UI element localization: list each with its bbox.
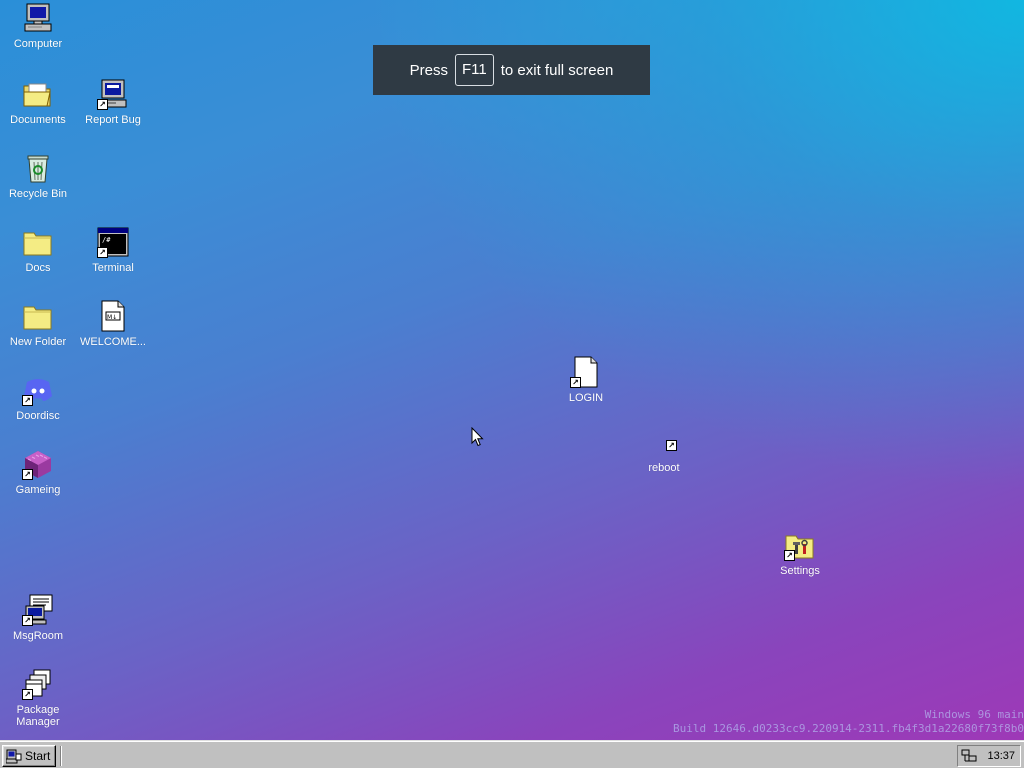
desktop-icon-report-bug[interactable]: ↗ Report Bug: [75, 78, 151, 126]
fullscreen-notification-suffix: to exit full screen: [500, 61, 614, 79]
desktop-icon-gameing[interactable]: ↗ Gameing: [0, 448, 76, 496]
message-computer-icon: ↗: [22, 594, 54, 626]
computer-icon: [22, 2, 54, 34]
desktop-icon-label: Terminal: [92, 262, 134, 274]
desktop-icon-computer[interactable]: Computer: [0, 2, 76, 50]
desktop-icon-welcome[interactable]: M↓ WELCOME...: [75, 300, 151, 348]
desktop-icon-documents[interactable]: Documents: [0, 78, 76, 126]
recycle-bin-icon: [22, 152, 54, 184]
desktop-icon-terminal[interactable]: /# ↗ Terminal: [75, 226, 151, 274]
desktop-icon-new-folder[interactable]: New Folder: [0, 300, 76, 348]
desktop-icon-label: Computer: [13, 38, 63, 50]
shortcut-arrow-icon: ↗: [666, 440, 677, 451]
desktop-icon-label: Recycle Bin: [8, 188, 68, 200]
desktop: Computer Documents ↗ Report Bug Recycle …: [0, 0, 1024, 740]
build-watermark: Windows 96 main Build 12646.d0233cc9.220…: [634, 708, 1024, 736]
shortcut-arrow-icon: ↗: [570, 377, 581, 388]
open-folder-icon: [22, 78, 54, 110]
desktop-icon-label: Report Bug: [85, 114, 141, 126]
start-button-label: Start: [25, 749, 51, 763]
mouse-cursor-icon: [471, 427, 484, 447]
shortcut-arrow-icon: ↗: [22, 615, 33, 626]
f11-key-badge: F11: [455, 54, 494, 86]
folder-icon: [22, 226, 54, 258]
desktop-icon-label: Documents: [10, 114, 66, 126]
terminal-icon: /# ↗: [97, 226, 129, 258]
shortcut-arrow-icon: ↗: [97, 99, 108, 110]
taskbar-separator: [60, 746, 62, 766]
chat-controller-icon: ↗: [22, 374, 54, 406]
desktop-icon-package-manager[interactable]: ↗ Package Manager: [0, 668, 76, 728]
start-button[interactable]: Start: [2, 745, 56, 767]
clock[interactable]: 13:37: [987, 750, 1015, 762]
desktop-icon-recycle-bin[interactable]: Recycle Bin: [0, 152, 76, 200]
watermark-build: Build 12646.d0233cc9.220914-2311.fb4f3d1…: [673, 722, 1024, 735]
desktop-icon-msgroom[interactable]: ↗ MsgRoom: [0, 594, 76, 642]
desktop-icon-login[interactable]: ↗ LOGIN: [548, 356, 624, 404]
desktop-icon-label: Settings: [780, 565, 820, 577]
watermark-edition: Windows 96 main: [924, 708, 1024, 721]
shortcut-arrow-icon: ↗: [22, 469, 33, 480]
svg-text:/#: /#: [102, 236, 111, 244]
desktop-icon-label: Doordisc: [16, 410, 60, 422]
shortcut-arrow-icon: ↗: [97, 247, 108, 258]
game-cube-icon: ↗: [22, 448, 54, 480]
system-tray: 13:37: [957, 745, 1021, 767]
desktop-icon-label: MsgRoom: [12, 630, 64, 642]
folder-icon: [22, 300, 54, 332]
desktop-icon-doordisc[interactable]: ↗ Doordisc: [0, 374, 76, 422]
desktop-icon-label: Docs: [25, 262, 51, 274]
desktop-icon-label: reboot: [648, 462, 680, 474]
desktop-icon-settings[interactable]: ↗ Settings: [762, 529, 838, 577]
desktop-icon-label: WELCOME...: [79, 336, 146, 348]
start-logo-icon: [6, 749, 22, 764]
desktop-icon-label: Gameing: [15, 484, 61, 496]
computer-bug-icon: ↗: [97, 78, 129, 110]
fullscreen-notification-prefix: Press: [409, 61, 449, 79]
document-icon: ↗: [570, 356, 602, 388]
reboot-icon: ↗: [648, 424, 680, 456]
fullscreen-notification: Press F11 to exit full screen: [373, 45, 650, 95]
markdown-file-icon: M↓: [97, 300, 129, 332]
shortcut-arrow-icon: ↗: [22, 689, 33, 700]
taskbar: Start 13:37: [0, 740, 1024, 768]
svg-text:M↓: M↓: [107, 314, 117, 321]
settings-folder-icon: ↗: [784, 529, 816, 561]
desktop-icon-label: LOGIN: [568, 392, 604, 404]
package-icon: ↗: [22, 668, 54, 700]
shortcut-arrow-icon: ↗: [784, 550, 795, 561]
network-icon[interactable]: [961, 749, 977, 763]
desktop-icon-label: Package Manager: [16, 704, 60, 728]
desktop-icon-label: New Folder: [9, 336, 67, 348]
shortcut-arrow-icon: ↗: [22, 395, 33, 406]
desktop-icon-reboot[interactable]: ↗ reboot: [626, 424, 702, 474]
desktop-icon-docs[interactable]: Docs: [0, 226, 76, 274]
